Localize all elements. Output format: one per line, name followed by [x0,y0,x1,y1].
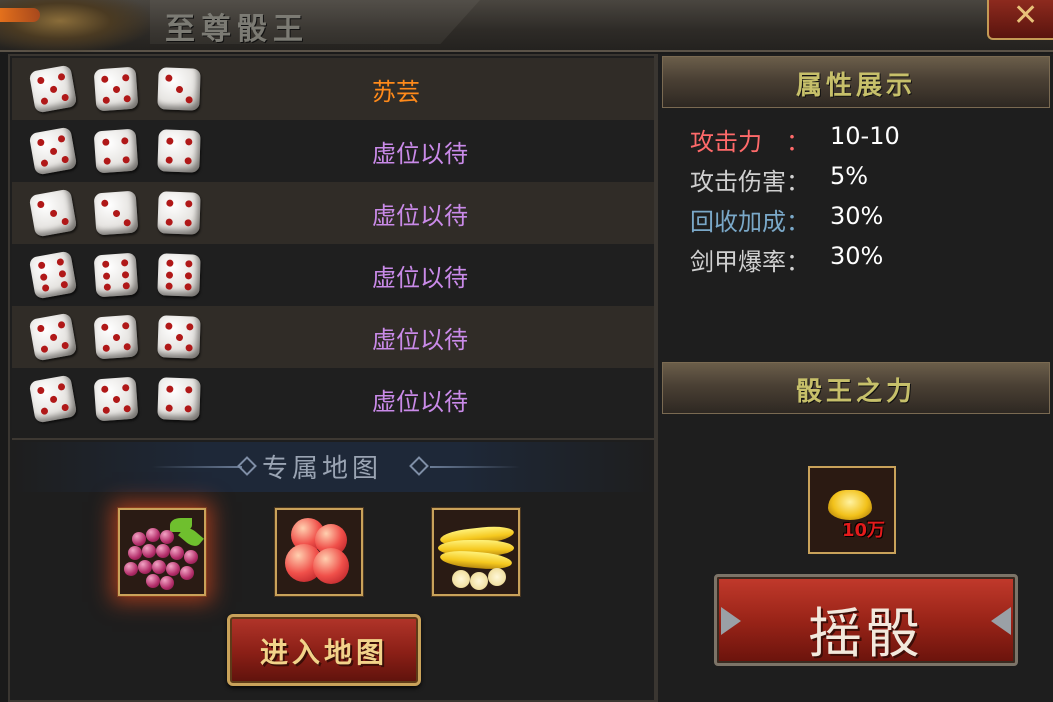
reward-item-slot[interactable]: 10万 [808,466,896,554]
close-icon: ✕ [1013,0,1039,33]
roll-dice-button[interactable]: 摇骰 [714,574,1018,666]
player-name: 虚位以待 [372,140,468,168]
dice-king-power-title: 骰王之力 [795,377,916,407]
dice-ranking-panel: 苏芸 虚位以待 虚位以待 虚位以待 虚位以待 虚位以待 专属地图 进入地图 [8,54,656,702]
player-name: 虚位以待 [372,264,468,292]
attr-row: 剑甲爆率： 30% [690,242,883,277]
player-row: 虚位以待 [12,120,654,182]
header-line-left [152,466,242,468]
player-name: 虚位以待 [372,202,468,230]
player-name: 苏芸 [372,78,420,106]
attr-row: 回收加成： 30% [690,202,883,237]
die-icon [28,250,78,300]
die-icon [157,315,201,359]
diamond-left-icon [237,456,257,476]
die-icon [93,128,139,174]
close-button[interactable]: ✕ [987,0,1053,40]
attributes-panel: 属性展示 攻击力 ： 10-10 攻击伤害： 5% 回收加成： 30% 剑甲爆率… [656,54,1053,702]
attr-label: 攻击伤害： [690,168,810,196]
die-icon [157,67,201,111]
attr-value: 30% [830,242,884,270]
dice-group [28,188,201,238]
peach-map-item[interactable] [275,508,363,596]
die-icon [93,190,139,236]
die-icon [157,377,201,421]
attr-label: 回收加成： [690,208,810,236]
attr-row: 攻击力 ： 10-10 [690,122,900,157]
dice-group [28,64,201,114]
grape-icon [120,510,204,594]
peach-icon [277,510,361,594]
dragon-ornament-icon [0,0,150,52]
attr-value: 5% [830,162,869,190]
banana-map-item[interactable] [432,508,520,596]
die-icon [93,314,139,360]
player-row: 苏芸 [12,58,654,120]
exclusive-map-header: 专属地图 [12,442,654,492]
attr-value: 30% [830,202,884,230]
attributes-header: 属性展示 [662,56,1050,108]
attr-label: 剑甲爆率： [690,248,810,276]
divider [12,438,654,440]
player-row: 虚位以待 [12,244,654,306]
die-icon [28,374,78,424]
attr-label: 攻击力 ： [690,128,810,156]
die-icon [93,66,139,112]
window-title: 至尊骰王 [165,12,309,47]
die-icon [157,129,201,173]
player-row: 虚位以待 [12,182,654,244]
die-icon [28,126,78,176]
roll-dice-label: 摇骰 [808,602,924,665]
diamond-right-icon [409,456,429,476]
die-icon [157,191,201,235]
die-icon [28,312,78,362]
player-name: 虚位以待 [372,388,468,416]
die-icon [28,188,78,238]
dice-king-power-header: 骰王之力 [662,362,1050,414]
attr-value: 10-10 [830,122,900,150]
die-icon [93,252,139,298]
dice-group [28,126,201,176]
attributes-header-title: 属性展示 [795,71,916,101]
exclusive-map-title: 专属地图 [262,454,383,484]
header-line-right [430,466,520,468]
enter-map-label: 进入地图 [259,636,388,669]
dice-group [28,374,201,424]
die-icon [157,253,201,297]
player-row: 虚位以待 [12,368,654,430]
player-row: 虚位以待 [12,306,654,368]
reward-count: 10万 [842,520,886,541]
title-bar: 至尊骰王 ✕ [0,0,1053,52]
banana-icon [434,510,518,594]
die-icon [93,376,139,422]
die-icon [28,64,78,114]
grape-map-item[interactable] [118,508,206,596]
dice-group [28,312,201,362]
dice-group [28,250,201,300]
player-name: 虚位以待 [372,326,468,354]
attr-row: 攻击伤害： 5% [690,162,868,197]
enter-map-button[interactable]: 进入地图 [227,614,421,686]
